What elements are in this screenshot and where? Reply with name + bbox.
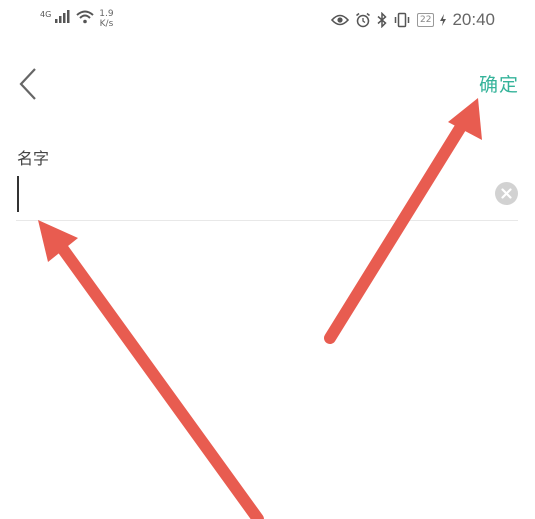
bluetooth-icon [377,12,387,28]
network-speed: 1.9 K/s [99,9,113,29]
clear-button[interactable] [495,182,518,205]
annotation-arrows [38,98,482,519]
confirm-button[interactable]: 确定 [479,70,519,97]
text-cursor [17,176,19,212]
arrow-to-confirm [324,98,482,344]
name-input[interactable] [16,174,486,214]
speed-unit: K/s [99,19,114,29]
status-bar: 4G 1.9 K/s 22 20:40 [0,0,535,42]
name-label: 名字 [17,149,50,168]
vibrate-icon [394,12,410,28]
status-left: 4G 1.9 K/s [40,9,114,29]
alarm-icon [356,12,370,28]
back-button[interactable] [14,64,44,104]
signal-icon [55,10,70,23]
eye-icon [331,14,349,26]
arrow-to-input [38,220,264,519]
wifi-icon [76,10,94,24]
network-type: 4G [40,10,52,19]
speed-value: 1.9 [99,9,114,19]
status-right: 22 20:40 [331,10,495,30]
back-chevron-icon [19,68,36,100]
input-divider [16,220,518,221]
clear-icon [501,188,512,199]
charging-icon [440,14,447,26]
clock-time: 20:40 [452,10,495,29]
battery-level: 22 [417,13,435,27]
